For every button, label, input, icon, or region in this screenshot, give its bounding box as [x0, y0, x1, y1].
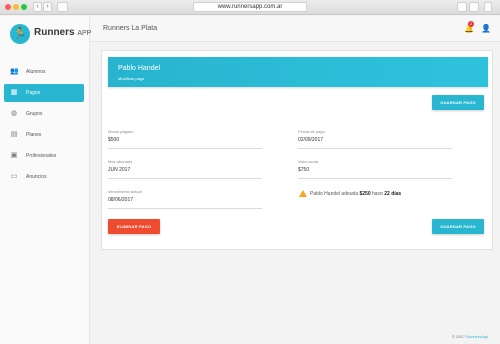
briefcase-icon: ▣ [10, 152, 18, 159]
fecha-field[interactable]: Fecha de pago 02/09/2017 [298, 129, 452, 149]
sidebar-item-profesionales[interactable]: ▣ Profesionales [4, 147, 84, 165]
sidebar-toggle-button[interactable] [57, 2, 68, 12]
field-label: Mes abonado [108, 159, 133, 164]
field-label: Valor cuota [298, 159, 318, 164]
sidebar-item-label: Planes [26, 132, 42, 138]
runner-icon: 🏃 [10, 24, 30, 44]
sidebar-item-label: Alumnos [26, 69, 46, 75]
payment-card: Pablo Handel Modificar pago GUARDAR PAGO… [101, 50, 493, 250]
sidebar-item-planes[interactable]: ▤ Planes [4, 126, 84, 144]
footer: © 2017 RunnersApp [452, 334, 489, 339]
address-bar[interactable]: www.runnersapp.com.ar [193, 2, 307, 12]
save-payment-button-top[interactable]: GUARDAR PAGO [432, 95, 484, 110]
save-payment-button-bottom[interactable]: GUARDAR PAGO [432, 219, 484, 234]
users-icon: 👥 [10, 68, 19, 75]
field-label: Fecha de pago [298, 129, 325, 134]
student-banner: Pablo Handel Modificar pago [108, 57, 488, 87]
sidebar-item-grupos[interactable]: ◍ Grupos [4, 105, 84, 123]
vencimiento-field[interactable]: Vencimiento actual 08/06/2017 [108, 189, 262, 209]
monto-field[interactable]: Monto pagado $500 [108, 129, 262, 149]
sidebar-item-alumnos[interactable]: 👥 Alumnos [4, 63, 84, 81]
calendar-icon: ▦ [10, 89, 18, 96]
notification-badge: 2 [468, 21, 474, 27]
mes-field[interactable]: Mes abonado JUN 2017 [108, 159, 262, 179]
sidebar-item-label: Profesionales [26, 153, 57, 159]
sidebar-item-label: Anuncios [26, 174, 47, 180]
warning-icon [299, 190, 307, 197]
brand-name: Runners APP [34, 27, 92, 38]
valor-field[interactable]: Valor cuota $750 [298, 159, 452, 179]
debt-warning: Pablo Handel adeuda $250 hace 22 días [299, 190, 479, 200]
warning-text: Pablo Handel adeuda $250 hace 22 días [310, 191, 402, 197]
sidebar-item-label: Grupos [26, 111, 43, 117]
new-tab-button[interactable] [484, 2, 492, 12]
sidebar-item-anuncios[interactable]: ▭ Anuncios [4, 168, 84, 186]
field-label: Vencimiento actual [108, 189, 142, 194]
field-value: 08/06/2017 [108, 197, 134, 203]
top-header: Runners La Plata 🔔 2 👤 [91, 16, 500, 42]
student-name: Pablo Handel [118, 65, 161, 72]
brand-logo[interactable]: 🏃 Runners APP [10, 24, 92, 46]
tabs-button[interactable] [469, 2, 479, 12]
maximize-window-button[interactable] [21, 4, 27, 10]
message-icon: ▭ [10, 173, 18, 180]
page-title: Runners La Plata [103, 25, 158, 32]
user-icon[interactable]: 👤 [481, 24, 491, 33]
banner-subtitle: Modificar pago [118, 76, 145, 81]
forward-button[interactable]: › [43, 2, 52, 12]
footer-link[interactable]: RunnersApp [466, 334, 488, 339]
close-window-button[interactable] [5, 4, 11, 10]
sidebar: 🏃 Runners APP 👥 Alumnos ▦ Pagos ◍ Grupos… [0, 16, 92, 344]
sidebar-nav: 👥 Alumnos ▦ Pagos ◍ Grupos ▤ Planes ▣ Pr… [0, 60, 90, 189]
back-button[interactable]: ‹ [33, 2, 42, 12]
browser-toolbar: ‹ › www.runnersapp.com.ar [0, 0, 500, 15]
delete-payment-button[interactable]: ELIMINAR PAGO [108, 219, 160, 234]
share-button[interactable] [457, 2, 467, 12]
browser-window: ‹ › www.runnersapp.com.ar 🏃 Runners APP … [0, 0, 500, 344]
clipboard-icon: ▤ [10, 131, 18, 138]
sidebar-item-pagos[interactable]: ▦ Pagos [4, 84, 84, 102]
field-label: Monto pagado [108, 129, 134, 134]
globe-icon: ◍ [10, 110, 18, 117]
field-value: $750 [298, 167, 310, 173]
field-value: JUN 2017 [108, 167, 131, 173]
field-value: 02/09/2017 [298, 137, 324, 143]
field-value: $500 [108, 137, 120, 143]
minimize-window-button[interactable] [13, 4, 19, 10]
sidebar-item-label: Pagos [26, 90, 41, 96]
